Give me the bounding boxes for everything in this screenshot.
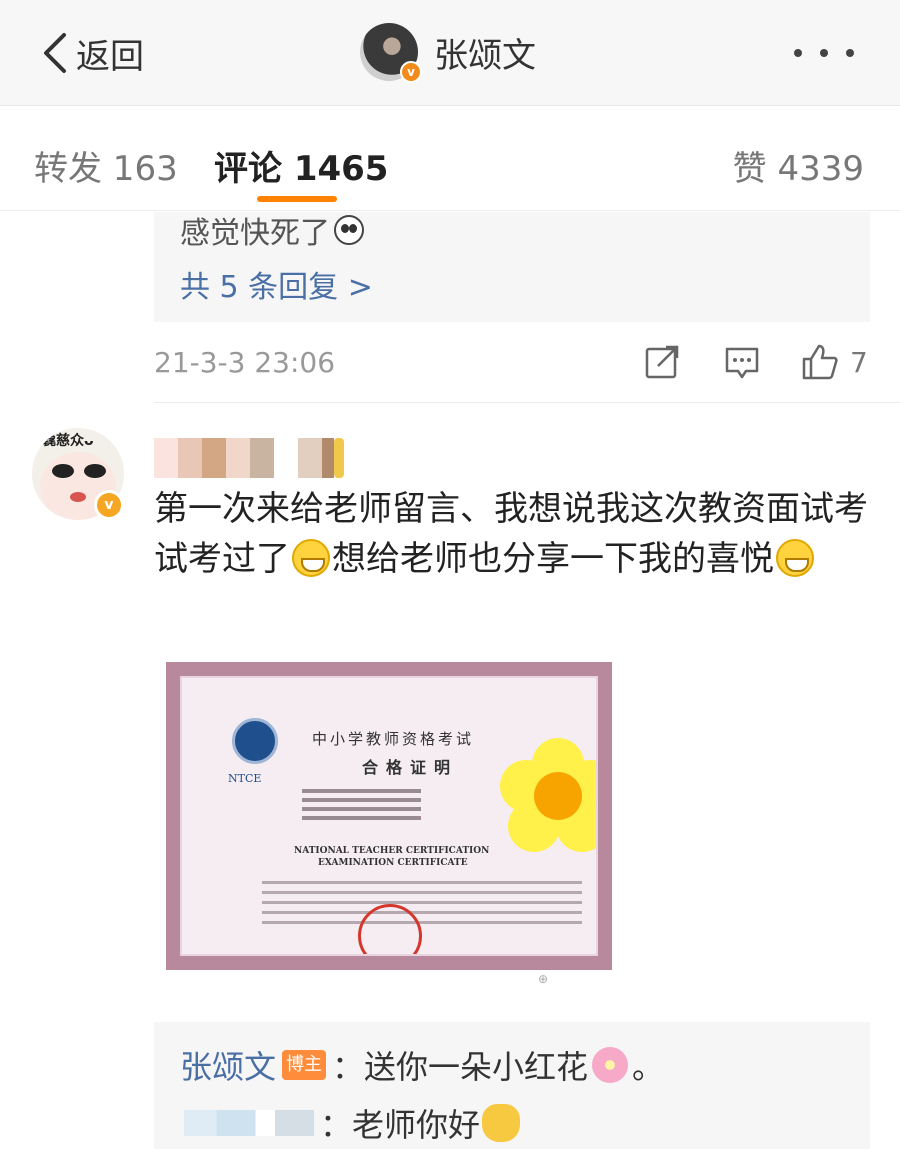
flower-sticker-icon	[500, 738, 596, 854]
commenter-name-blurred[interactable]	[154, 438, 344, 480]
back-button[interactable]: 返回	[40, 28, 144, 78]
author-reply: 张颂文 博主 ：送你一朵小红花 。	[180, 1042, 664, 1088]
like-button[interactable]: 7	[800, 342, 868, 382]
image-watermark: ⊕	[538, 972, 549, 986]
waving-hand-emoji-icon	[482, 1104, 521, 1142]
thumbs-up-icon	[802, 344, 838, 380]
reply-preview-box[interactable]: 感觉快死了 共 5 条回复 >	[154, 212, 870, 322]
comment-replies-box[interactable]: 张颂文 博主 ：送你一朵小红花 。 ：老师你好	[154, 1022, 870, 1149]
more-options-icon[interactable]	[794, 38, 854, 68]
certificate-image[interactable]: NTCE 中小学教师资格考试 合格证明 NATIONAL TEACHER CER…	[166, 662, 612, 970]
top-navigation-bar: 返回 v 张颂文	[0, 0, 900, 106]
certificate-detail-lines	[302, 784, 472, 825]
flower-emoji-icon	[592, 1047, 629, 1083]
comment-meta-row: 21-3-3 23:06 7	[154, 340, 870, 386]
certificate-title-en-2: EXAMINATION CERTIFICATE	[318, 858, 468, 868]
tab-comment[interactable]: 评论 1465	[214, 141, 388, 190]
share-button[interactable]	[642, 342, 682, 386]
verified-badge-icon: v	[400, 61, 422, 83]
certificate-fine-print	[262, 874, 582, 931]
tab-bar: 转发 163 评论 1465 赞 4339	[0, 107, 900, 211]
panda-emoji-icon	[334, 215, 364, 245]
reply-user-name-blurred[interactable]	[184, 1110, 314, 1136]
certificate-title-en-1: NATIONAL TEACHER CERTIFICATION	[294, 846, 490, 856]
tab-like[interactable]: 赞 4339	[733, 141, 864, 190]
author-reply-end: 。	[632, 1048, 665, 1086]
author-reply-text: ：送你一朵小红花	[332, 1048, 589, 1086]
comment-timestamp: 21-3-3 23:06	[154, 346, 336, 379]
profile-title[interactable]: v 张颂文	[360, 22, 536, 83]
user-reply-text: ：老师你好	[320, 1106, 481, 1144]
comment-text: 第一次来给老师留言、我想说我这次教资面试考试考过了 想给老师也分享一下我的喜悦	[154, 484, 874, 584]
certificate-org: 中小学教师资格考试	[312, 730, 475, 748]
verified-badge-icon: v	[94, 490, 124, 520]
ntce-logo-icon	[232, 718, 278, 764]
page-title: 张颂文	[434, 35, 536, 76]
reply-button[interactable]	[722, 342, 762, 386]
author-badge: 博主	[282, 1050, 327, 1080]
grin-emoji-icon	[292, 539, 330, 577]
avatar: v	[360, 23, 422, 83]
share-icon	[645, 345, 679, 379]
divider	[154, 402, 900, 403]
avatar-caption: 毳慈众ᴗ	[42, 433, 94, 449]
active-tab-indicator	[257, 196, 337, 202]
user-reply: ：老师你好	[184, 1100, 521, 1146]
reply-preview-label: 感觉快死了	[180, 216, 330, 251]
reply-preview-text: 感觉快死了	[180, 208, 364, 252]
like-count: 7	[850, 345, 868, 379]
chevron-left-icon	[44, 33, 66, 73]
back-label: 返回	[76, 36, 144, 77]
grin-emoji-icon	[776, 539, 814, 577]
comment-icon	[725, 347, 759, 379]
reply-author-link[interactable]: 张颂文	[180, 1042, 276, 1088]
ntce-logo-text: NTCE	[228, 772, 262, 785]
certificate-title: 合格证明	[362, 758, 459, 777]
tab-repost[interactable]: 转发 163	[34, 141, 178, 190]
view-replies-link[interactable]: 共 5 条回复 >	[180, 262, 373, 306]
comment-text-part-2: 想给老师也分享一下我的喜悦	[332, 539, 774, 579]
